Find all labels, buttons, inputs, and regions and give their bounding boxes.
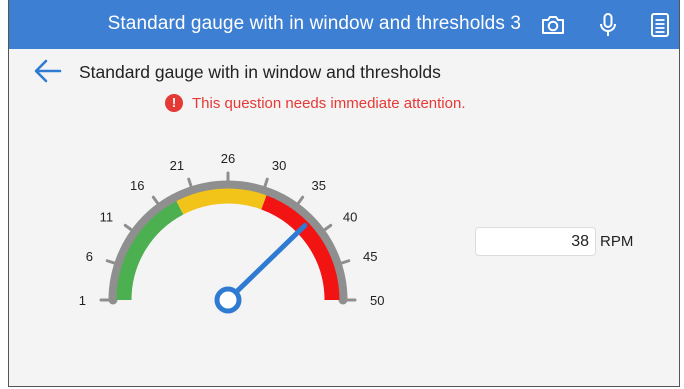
gauge-zone-green	[116, 201, 184, 301]
gauge-tick-label: 11	[100, 210, 114, 225]
gauge-tick	[151, 195, 161, 207]
gauge-tick-label: 21	[170, 158, 184, 173]
gauge-tick	[321, 223, 333, 233]
gauge-chart: 16111621 26 3035404550	[79, 151, 384, 314]
gauge-tick-label: 1	[79, 293, 86, 308]
gauge-tick	[123, 223, 135, 233]
gauge-tick-label: 40	[343, 210, 357, 225]
unit-label: RPM	[600, 233, 634, 250]
gauge-zone-red	[261, 195, 340, 301]
gauge-tick-label: 50	[370, 293, 384, 308]
app-window: Standard gauge with in window and thresh…	[8, 0, 680, 387]
gauge-needle	[234, 223, 308, 294]
gauge-zone-yellow	[176, 188, 267, 215]
gauge-needle-hub	[214, 286, 242, 314]
gauge-tick-label: 16	[130, 178, 144, 193]
gauge-tick-label: 6	[86, 249, 93, 264]
gauge-tick-label: 45	[363, 249, 377, 264]
gauge-tick-label: 35	[311, 178, 325, 193]
gauge-tick-label: 26	[221, 151, 235, 166]
gauge-tick-label: 30	[272, 158, 286, 173]
value-input[interactable]: 38	[475, 227, 596, 256]
gauge-tick	[295, 195, 305, 207]
